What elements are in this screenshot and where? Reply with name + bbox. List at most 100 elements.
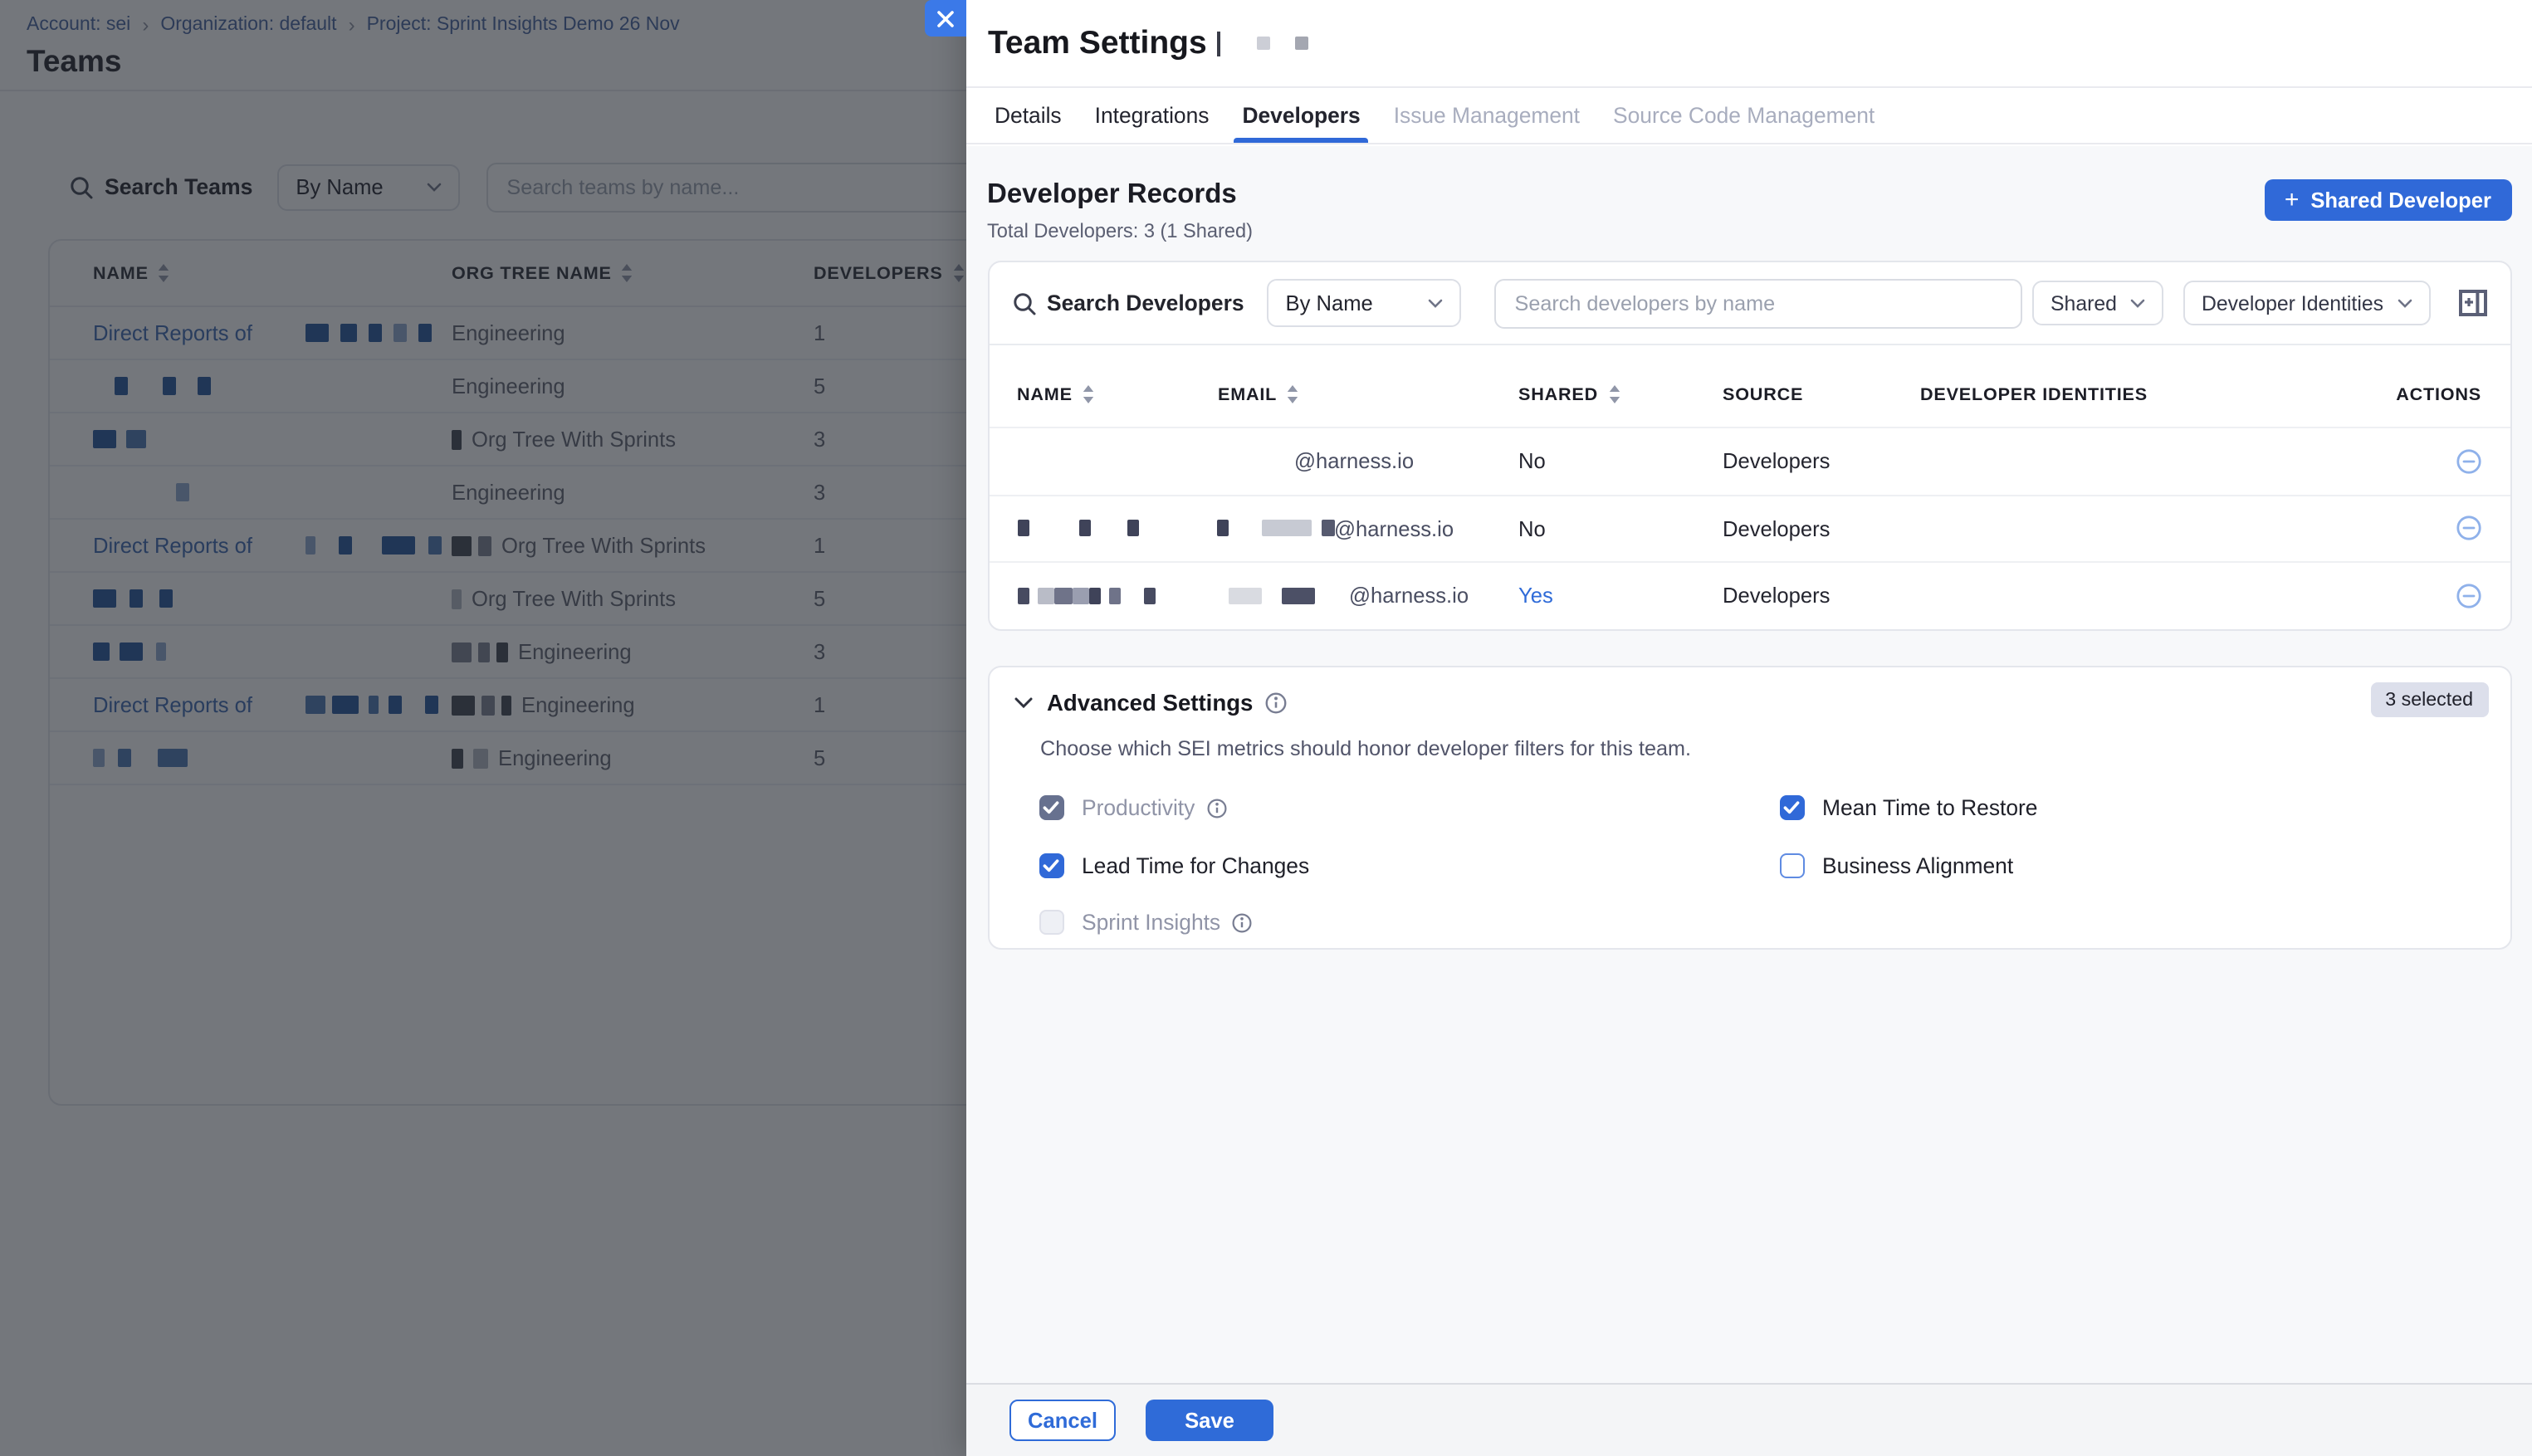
column-header[interactable]: NAME <box>1017 384 1218 404</box>
section-title: Developer Records <box>987 179 1253 211</box>
drawer-header: Team Settings <box>966 0 2532 88</box>
save-button[interactable]: Save <box>1146 1400 1273 1441</box>
developers-sort-select[interactable]: By Name <box>1268 279 1462 327</box>
developer-email-cell: @harness.io <box>1218 584 1518 608</box>
remove-developer-button[interactable] <box>2455 448 2481 475</box>
remove-developer-button[interactable] <box>2455 515 2481 542</box>
table-row[interactable]: @harness.ioYesDevelopers <box>989 561 2510 628</box>
selected-count-badge: 3 selected <box>2370 682 2488 716</box>
shared-cell: Yes <box>1518 584 1723 608</box>
advanced-settings-header[interactable]: Advanced Settings 3 selected <box>989 667 2510 715</box>
remove-developer-button[interactable] <box>2455 583 2481 609</box>
column-header[interactable]: SHARED <box>1518 384 1723 404</box>
developers-table-header: NAMEEMAILSHAREDSOURCEDEVELOPER IDENTITIE… <box>989 344 2510 427</box>
text-cursor <box>1217 31 1220 56</box>
table-row[interactable]: @harness.io No Developers <box>989 427 2510 494</box>
search-developers-label: Search Developers <box>1047 291 1244 315</box>
redacted-block <box>1257 37 1270 50</box>
source-value: Developers <box>1723 449 1830 474</box>
shared-value: No <box>1518 449 1546 474</box>
chevron-down-icon <box>2130 298 2145 308</box>
developer-search-row: Search Developers By Name Shared Develop… <box>989 262 2510 344</box>
column-header[interactable]: EMAIL <box>1218 384 1518 404</box>
tab-integrations[interactable]: Integrations <box>1095 88 1210 143</box>
sort-icon[interactable] <box>1083 385 1094 403</box>
cancel-button[interactable]: Cancel <box>1009 1400 1116 1441</box>
tab-details[interactable]: Details <box>995 88 1062 143</box>
metric-option-mean-time-to-restore: Mean Time to Restore <box>1779 796 2510 821</box>
add-column-icon <box>2458 289 2486 317</box>
chevron-down-icon <box>2397 298 2412 308</box>
redacted-block <box>1088 588 1100 604</box>
tab-source-code-management: Source Code Management <box>1613 88 1875 143</box>
redacted-block <box>1228 588 1261 604</box>
close-button[interactable] <box>925 0 966 37</box>
redacted-block <box>1078 520 1090 537</box>
remove-developer-icon <box>2455 583 2481 609</box>
column-header-label: EMAIL <box>1218 384 1277 404</box>
info-icon[interactable] <box>1206 799 1226 818</box>
advanced-settings-card: Advanced Settings 3 selected Choose whic… <box>987 665 2511 949</box>
checkbox-lead-time-for-changes[interactable] <box>1039 853 1063 878</box>
column-header-label: ACTIONS <box>2396 384 2481 404</box>
developer-identities-filter-select[interactable]: Developer Identities <box>2183 281 2430 325</box>
info-icon[interactable] <box>1264 691 1286 713</box>
checkbox-business-alignment[interactable] <box>1779 853 1804 878</box>
shared-developer-button[interactable]: + Shared Developer <box>2265 179 2511 221</box>
close-icon <box>936 9 955 27</box>
column-header: ACTIONS <box>2382 384 2481 404</box>
sort-icon[interactable] <box>1608 385 1620 403</box>
remove-developer-icon <box>2455 515 2481 542</box>
column-header-label: NAME <box>1017 384 1073 404</box>
column-header-label: DEVELOPER IDENTITIES <box>1920 384 2148 404</box>
column-header-label: SHARED <box>1518 384 1598 404</box>
redacted-block <box>1017 588 1029 604</box>
info-icon[interactable] <box>1232 913 1252 933</box>
developer-records-card: Search Developers By Name Shared Develop… <box>987 261 2511 630</box>
source-value: Developers <box>1723 584 1830 608</box>
table-row[interactable]: @harness.io NoDevelopers <box>989 494 2510 561</box>
redacted-block <box>1261 520 1311 537</box>
checkbox-sprint-insights <box>1039 911 1063 936</box>
remove-developer-icon <box>2455 448 2481 475</box>
drawer-body: Developer Records Total Developers: 3 (1… <box>966 146 2532 1383</box>
checkbox-mean-time-to-restore[interactable] <box>1779 796 1804 821</box>
advanced-settings-description: Choose which SEI metrics should honor de… <box>1040 736 2510 760</box>
shared-cell: No <box>1518 516 1723 541</box>
drawer-footer: Cancel Save <box>966 1383 2532 1456</box>
redacted-block <box>1295 37 1308 50</box>
source-cell: Developers <box>1723 449 1920 474</box>
shared-cell: No <box>1518 449 1723 474</box>
total-developers-text: Total Developers: 3 (1 Shared) <box>987 219 1253 242</box>
shared-filter-select[interactable]: Shared <box>2032 281 2163 325</box>
redacted-block <box>1127 520 1138 537</box>
metric-option-productivity: Productivity <box>1039 796 1779 821</box>
chevron-down-icon <box>1014 696 1032 708</box>
actions-cell <box>2382 515 2481 542</box>
drawer-title: Team Settings <box>988 24 1207 62</box>
developer-email: @harness.io <box>1294 449 1414 474</box>
developer-records-section-header: Developer Records Total Developers: 3 (1… <box>987 179 2511 242</box>
source-cell: Developers <box>1723 516 1920 541</box>
developer-email: @harness.io <box>1334 516 1454 541</box>
check-icon <box>1783 801 1800 816</box>
column-settings-button[interactable] <box>2458 289 2486 317</box>
tab-issue-management: Issue Management <box>1394 88 1580 143</box>
source-cell: Developers <box>1723 584 1920 608</box>
tab-developers[interactable]: Developers <box>1242 88 1360 143</box>
metric-option-label: Mean Time to Restore <box>1822 796 2037 821</box>
metric-option-sprint-insights: Sprint Insights <box>1039 911 1779 936</box>
check-icon <box>1043 858 1059 873</box>
check-icon <box>1043 801 1059 816</box>
metric-option-label: Productivity <box>1082 796 1195 821</box>
advanced-settings-title: Advanced Settings <box>1047 690 1253 715</box>
redacted-block <box>1037 588 1053 604</box>
shared-developer-button-label: Shared Developer <box>2310 188 2491 213</box>
metric-option-lead-time-for-changes: Lead Time for Changes <box>1039 853 1779 878</box>
redacted-block <box>1143 588 1155 604</box>
sort-icon[interactable] <box>1287 385 1298 403</box>
redacted-block <box>1108 588 1120 604</box>
search-developers-input[interactable] <box>1495 278 2023 328</box>
shared-filter-value: Shared <box>2051 291 2117 315</box>
developer-name-cell <box>1017 588 1218 604</box>
